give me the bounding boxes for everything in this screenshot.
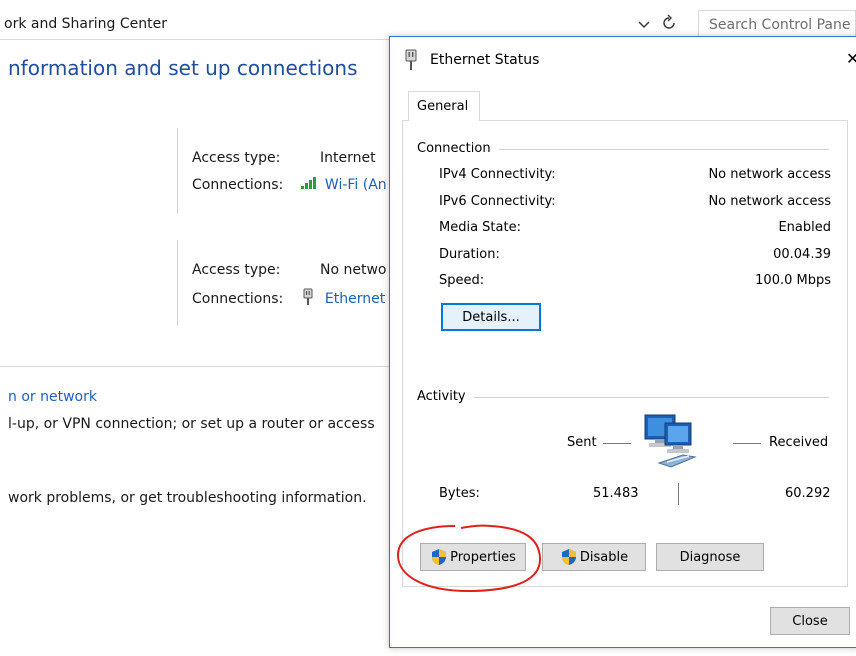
bytes-separator (678, 483, 679, 505)
chevron-down-icon[interactable] (636, 16, 652, 32)
ipv6-value: No network access (708, 194, 831, 209)
diagnose-button[interactable]: Diagnose (656, 543, 764, 571)
general-tab-panel: Connection IPv4 Connectivity: No network… (402, 121, 848, 587)
ipv6-label: IPv6 Connectivity: (439, 194, 556, 209)
disable-label: Disable (579, 549, 629, 565)
speed-label: Speed: (439, 273, 485, 288)
activity-group-title: Activity (417, 389, 474, 404)
access-type-label: Access type: (192, 150, 281, 166)
network-cable-icon (303, 288, 313, 305)
sent-line (603, 443, 631, 444)
bytes-received-value: 60.292 (785, 486, 831, 501)
access-type-label: Access type: (192, 262, 281, 278)
duration-label: Duration: (439, 247, 500, 262)
access-type-value: Internet (320, 150, 376, 166)
network-cable-icon (405, 49, 417, 70)
duration-value: 00.04.39 (773, 247, 831, 262)
ipv4-label: IPv4 Connectivity: (439, 167, 556, 182)
connections-label: Connections: (192, 291, 284, 307)
disable-button[interactable]: Disable (542, 543, 646, 571)
divider (177, 240, 178, 326)
tab-general[interactable]: General (408, 91, 480, 122)
close-icon[interactable]: ✕ (846, 49, 856, 68)
refresh-icon[interactable] (660, 14, 678, 32)
sent-label: Sent (567, 435, 597, 450)
speed-value: 100.0 Mbps (755, 273, 831, 288)
received-line (733, 443, 761, 444)
setup-connection-description: l-up, or VPN connection; or set up a rou… (8, 416, 375, 432)
annotation-circle (396, 524, 542, 593)
network-connections-row: Connections: Ethernet (192, 288, 385, 307)
ethernet-connection-link[interactable]: Ethernet (325, 291, 385, 307)
tab-strip: General (402, 91, 848, 122)
network-computers-icon (644, 414, 697, 468)
wifi-signal-icon (301, 177, 317, 189)
wifi-connection-link[interactable]: Wi-Fi (An (325, 177, 387, 193)
media-state-value: Enabled (778, 220, 831, 235)
network-access-row: Access type: Internet (192, 150, 376, 166)
bytes-sent-value: 51.483 (593, 486, 639, 501)
divider (177, 128, 178, 214)
setup-connection-link[interactable]: n or network (8, 389, 97, 405)
connections-label: Connections: (192, 177, 284, 193)
dialog-title: Ethernet Status (430, 52, 540, 68)
page-title: nformation and set up connections (8, 56, 358, 80)
search-input[interactable] (699, 11, 855, 39)
ipv4-value: No network access (708, 167, 831, 182)
media-state-label: Media State: (439, 220, 521, 235)
access-type-value: No netwo (320, 262, 387, 278)
group-divider (419, 397, 829, 398)
section-divider (0, 366, 390, 367)
troubleshoot-description: work problems, or get troubleshooting in… (8, 490, 367, 506)
uac-shield-icon (561, 549, 576, 565)
network-connections-row: Connections: Wi-Fi (An (192, 176, 387, 193)
close-button[interactable]: Close (770, 607, 850, 635)
breadcrumb[interactable]: ork and Sharing Center (4, 16, 167, 32)
details-button[interactable]: Details... (441, 303, 541, 331)
network-access-row: Access type: No netwo (192, 262, 386, 278)
bytes-label: Bytes: (439, 486, 480, 501)
received-label: Received (769, 435, 829, 450)
connection-group-title: Connection (417, 141, 499, 156)
